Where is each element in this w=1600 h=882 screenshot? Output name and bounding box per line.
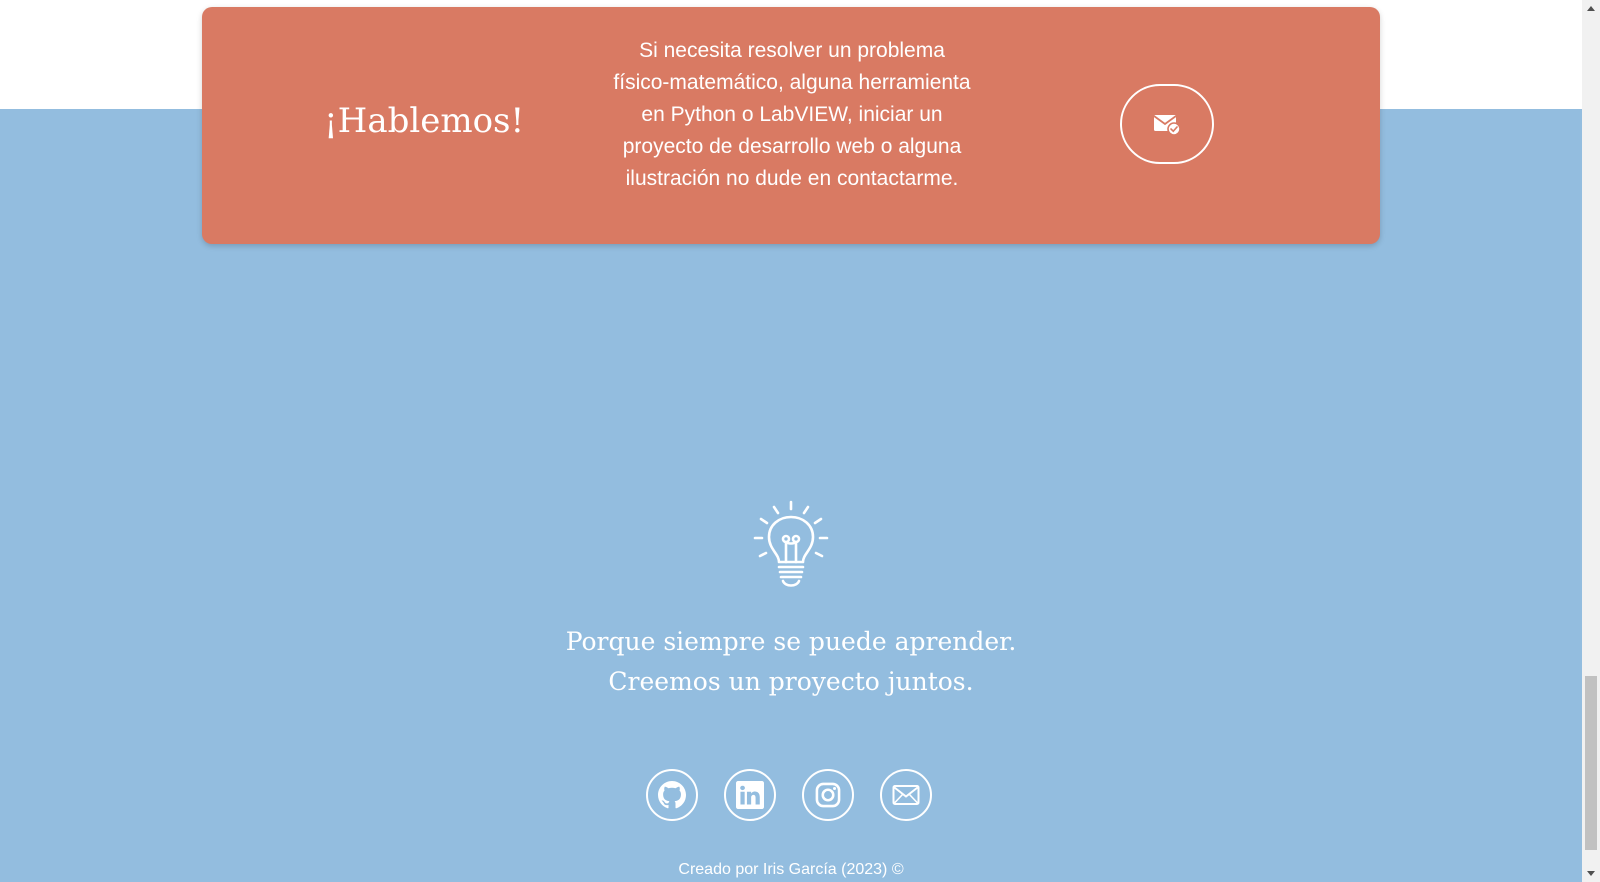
scroll-up-arrow[interactable] — [1582, 0, 1600, 16]
github-link[interactable] — [646, 769, 698, 821]
page-scrollbar[interactable] — [1582, 0, 1600, 882]
contact-cta-card: ¡Hablemos! Si necesita resolver un probl… — [202, 7, 1380, 244]
scroll-up-icon — [1587, 6, 1595, 11]
mail-check-icon — [1153, 115, 1181, 136]
scroll-down-arrow[interactable] — [1582, 866, 1600, 882]
linkedin-link[interactable] — [724, 769, 776, 821]
mail-icon — [892, 785, 920, 805]
footer-credit: Creado por Iris García (2023) © — [678, 861, 904, 878]
contact-mail-button[interactable] — [1120, 84, 1214, 164]
scroll-down-icon — [1587, 871, 1595, 876]
tagline-line-2: Creemos un proyecto juntos. — [608, 667, 974, 696]
tagline-line-1: Porque siempre se puede aprender. — [565, 627, 1017, 656]
cta-title: ¡Hablemos! — [324, 101, 525, 141]
linkedin-icon — [736, 781, 764, 809]
social-links — [646, 769, 936, 825]
scrollbar-thumb[interactable] — [1585, 676, 1597, 850]
cta-description: Si necesita resolver un problema físico-… — [613, 39, 971, 190]
instagram-link[interactable] — [802, 769, 854, 821]
github-icon — [658, 781, 686, 809]
lightbulb-icon — [753, 500, 829, 587]
footer-tagline: Porque siempre se puede aprender. Creemo… — [391, 622, 1191, 702]
email-link[interactable] — [880, 769, 932, 821]
instagram-icon — [815, 782, 841, 808]
page: ¡Hablemos! Si necesita resolver un probl… — [0, 0, 1600, 882]
